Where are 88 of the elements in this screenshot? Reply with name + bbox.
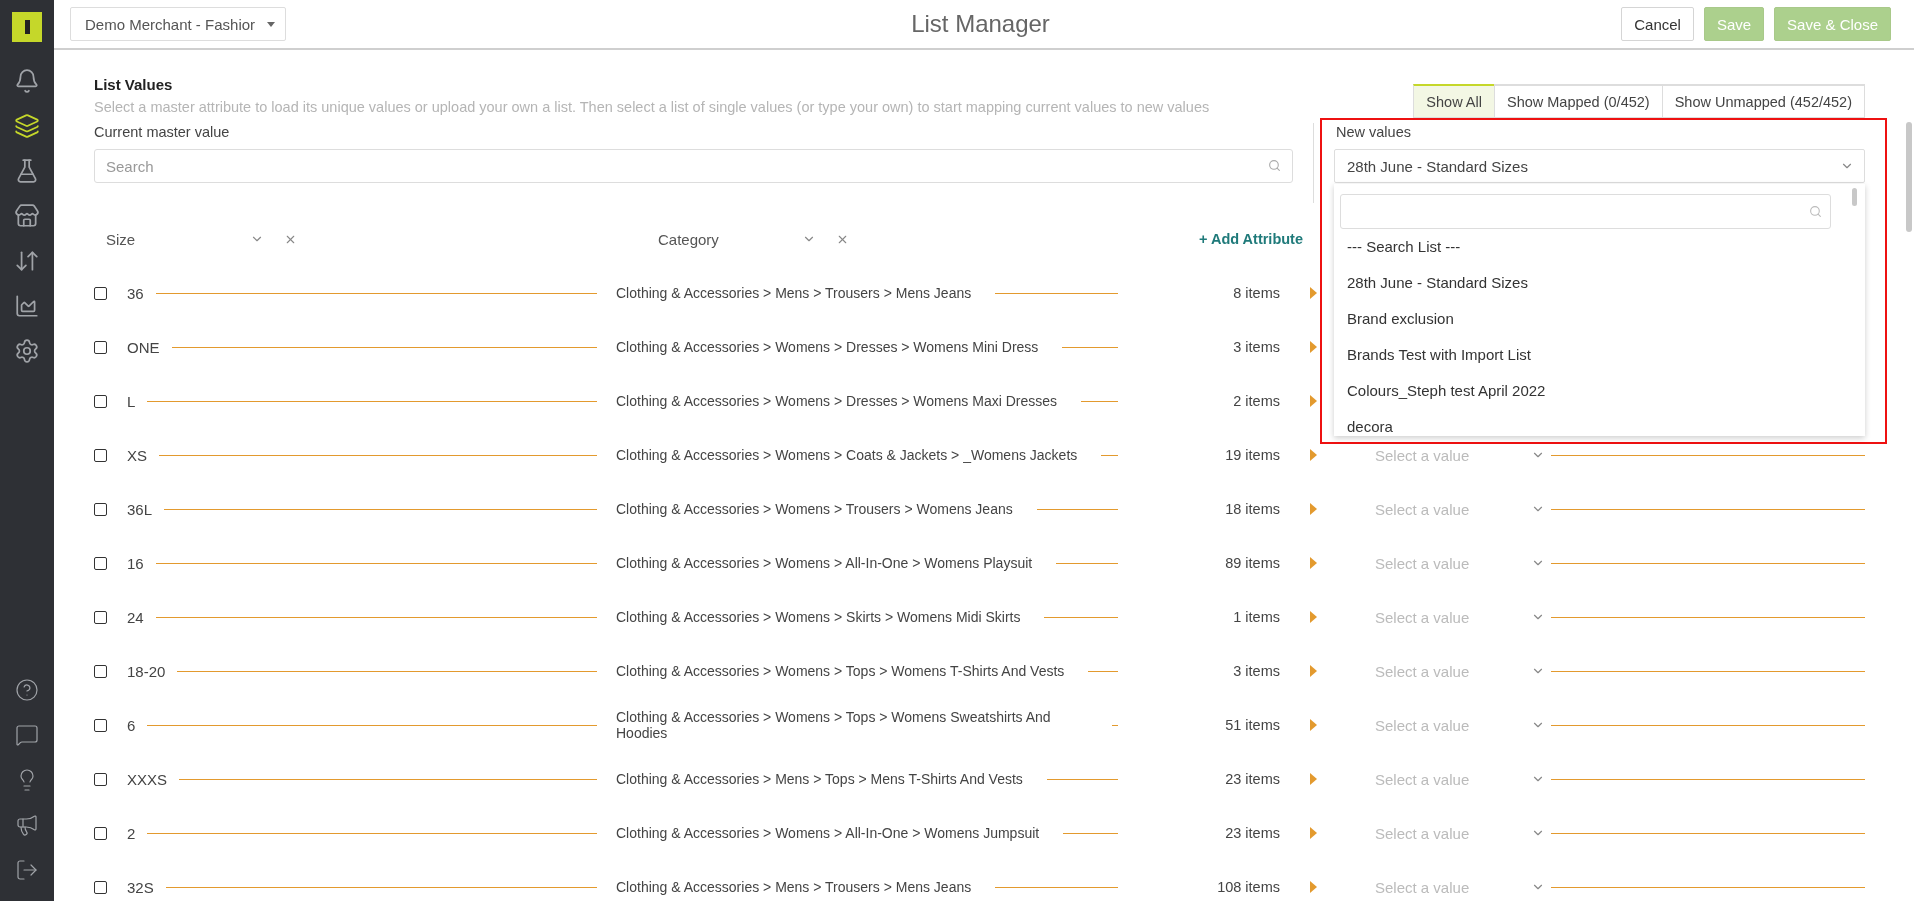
search-icon <box>1809 205 1822 218</box>
item-count: 23 items <box>1224 825 1280 841</box>
category-path: Clothing & Accessories > Womens > Dresses > Womens Mini Dress <box>616 338 1039 356</box>
category-path: Clothing & Accessories > Womens > All-In-One > Womens Playsuit <box>616 554 1033 572</box>
category-path: Clothing & Accessories > Womens > All-In-One > Womens Jumpsuit <box>616 824 1040 842</box>
field-label: Current master value <box>94 124 231 140</box>
play-icon[interactable] <box>1310 827 1317 839</box>
dropdown-option[interactable]: Brands Test with Import List <box>1334 337 1865 373</box>
checkbox[interactable] <box>94 502 107 516</box>
category-path: Clothing & Accessories > Womens > Skirts > Womens Midi Skirts <box>616 608 1021 626</box>
play-icon[interactable] <box>1310 665 1317 677</box>
page-title: List Manager <box>911 10 1050 38</box>
category-path: Clothing & Accessories > Womens > Tops > Womens Sweatshirts And Hoodies <box>616 708 1052 742</box>
item-count: 18 items <box>1224 501 1280 517</box>
category-path: Clothing & Accessories > Mens > Trousers > Mens Jeans <box>616 284 972 302</box>
dropdown-option[interactable]: --- Search List --- <box>1334 229 1865 265</box>
play-icon[interactable] <box>1310 395 1317 407</box>
master-value: 36 <box>127 284 144 302</box>
play-icon[interactable] <box>1310 287 1317 299</box>
scrollbar-thumb[interactable] <box>1852 188 1857 206</box>
search-field[interactable] <box>1340 194 1831 229</box>
play-icon[interactable] <box>1310 449 1317 461</box>
category-path: Clothing & Accessories > Mens > Tops > Mens T-Shirts And Vests <box>616 770 1023 788</box>
logo-icon <box>12 12 42 42</box>
filter-tab[interactable]: Show All <box>1413 84 1495 118</box>
master-value: XXXS <box>127 770 168 788</box>
checkbox[interactable] <box>94 340 107 354</box>
item-count: 1 items <box>1232 609 1280 625</box>
checkbox[interactable] <box>94 826 107 840</box>
play-icon[interactable] <box>1310 503 1317 515</box>
checkbox[interactable] <box>94 610 107 624</box>
section-title: List Values <box>94 76 174 93</box>
item-count: 3 items <box>1232 663 1280 679</box>
dropdown-option[interactable]: Brand exclusion <box>1334 301 1865 337</box>
caret-icon <box>267 21 275 27</box>
checkbox[interactable] <box>94 448 107 462</box>
checkbox[interactable] <box>94 772 107 786</box>
item-count: 19 items <box>1224 447 1280 463</box>
search-icon <box>1268 159 1281 172</box>
attribute-select[interactable]: Category <box>646 230 816 248</box>
section-description: Select a master attribute to load its unique values or upload your own a list. Then select a list of single values (or type your own) to start mapping current values to new values <box>94 99 1211 115</box>
play-icon[interactable] <box>1310 341 1317 353</box>
category-path: Clothing & Accessories > Womens > Dresses > Womens Maxi Dresses <box>616 392 1058 410</box>
dropdown-option[interactable]: Colours_Steph test April 2022 <box>1334 373 1865 409</box>
play-icon[interactable] <box>1310 881 1317 893</box>
master-value: ONE <box>127 338 160 356</box>
item-count: 8 items <box>1232 285 1280 301</box>
master-value: 32S <box>127 878 154 896</box>
master-value: 18-20 <box>127 662 166 680</box>
play-icon[interactable] <box>1310 773 1317 785</box>
dropdown-option[interactable]: decora <box>1334 409 1865 436</box>
dropdown-option[interactable]: 28th June - Standard Sizes <box>1334 265 1865 301</box>
add-attribute-link[interactable]: + Add Attribute <box>1198 231 1303 247</box>
play-icon[interactable] <box>1310 611 1317 623</box>
checkbox[interactable] <box>94 880 107 894</box>
master-value: 2 <box>127 824 136 842</box>
checkbox[interactable] <box>94 664 107 678</box>
search-field[interactable]: Search <box>94 149 1293 183</box>
attribute-select[interactable]: Size <box>94 230 264 248</box>
master-value: 6 <box>127 716 136 734</box>
merchant-select[interactable]: Demo Merchant - Fashior <box>70 7 286 41</box>
list-select[interactable]: 28th June - Standard Sizes <box>1334 149 1865 183</box>
category-path: Clothing & Accessories > Womens > Trousers > Womens Jeans <box>616 500 1013 518</box>
category-path: Clothing & Accessories > Womens > Coats & Jackets > _Womens Jackets <box>616 446 1078 464</box>
item-count: 108 items <box>1216 879 1280 895</box>
checkbox[interactable] <box>94 286 107 300</box>
category-path: Clothing & Accessories > Womens > Tops > Womens T-Shirts And Vests <box>616 662 1065 680</box>
field-label: New values <box>1335 124 1412 140</box>
play-icon[interactable] <box>1310 719 1317 731</box>
play-icon[interactable] <box>1310 557 1317 569</box>
checkbox[interactable] <box>94 718 107 732</box>
master-value: 24 <box>127 608 144 626</box>
category-path: Clothing & Accessories > Mens > Trousers > Mens Jeans <box>616 878 972 896</box>
checkbox[interactable] <box>94 394 107 408</box>
checkbox[interactable] <box>94 556 107 570</box>
cancel-button[interactable]: Cancel <box>1621 7 1694 41</box>
master-value: XS <box>127 446 147 464</box>
filter-tab[interactable]: Show Unmapped (452/452) <box>1661 84 1865 118</box>
item-count: 2 items <box>1232 393 1280 409</box>
item-count: 3 items <box>1232 339 1280 355</box>
item-count: 23 items <box>1224 771 1280 787</box>
item-count: 51 items <box>1224 717 1280 733</box>
master-value: L <box>127 392 136 410</box>
master-value: 36L <box>127 500 153 518</box>
scrollbar-thumb[interactable] <box>1906 122 1912 232</box>
item-count: 89 items <box>1224 555 1280 571</box>
filter-tab[interactable]: Show Mapped (0/452) <box>1494 84 1663 118</box>
master-value: 16 <box>127 554 144 572</box>
